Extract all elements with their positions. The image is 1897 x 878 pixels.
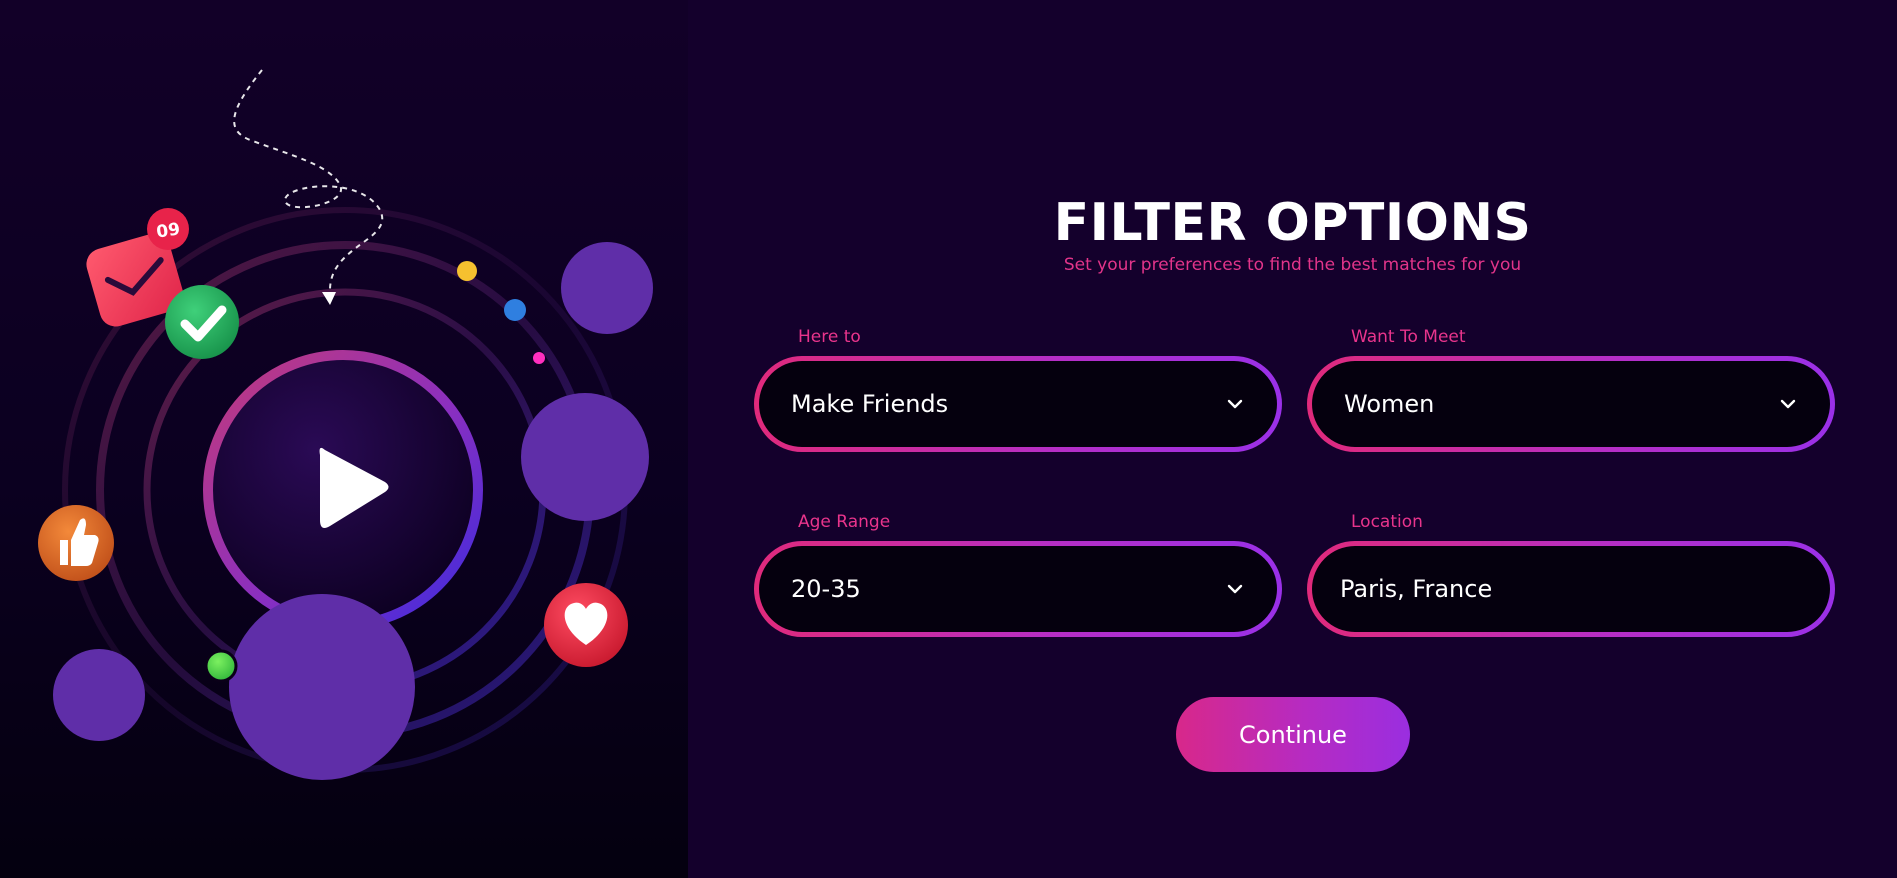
- want-to-meet-value: Women: [1344, 390, 1435, 418]
- check-icon: [165, 285, 239, 359]
- illustration-panel: 09: [0, 0, 688, 878]
- here-to-field: Here to Make Friends: [754, 326, 1282, 452]
- page-subtitle: Set your preferences to find the best ma…: [1063, 255, 1522, 275]
- chevron-down-icon: [1225, 579, 1245, 599]
- age-range-label: Age Range: [798, 512, 891, 532]
- want-to-meet-select[interactable]: Women: [1307, 356, 1835, 452]
- thumbs-up-icon: [38, 505, 114, 581]
- continue-button[interactable]: Continue: [1176, 697, 1410, 772]
- age-range-field: Age Range 20-35: [754, 511, 1282, 637]
- page-title: FILTER OPTIONS: [1053, 193, 1532, 253]
- filter-options-page: 09 FILTER OPTIONS Set your preferences t…: [0, 0, 1897, 878]
- age-range-select[interactable]: 20-35: [754, 541, 1282, 637]
- heart-icon: [544, 583, 628, 667]
- location-input[interactable]: [1340, 575, 1798, 603]
- here-to-select[interactable]: Make Friends: [754, 356, 1282, 452]
- location-input-box: [1307, 541, 1835, 637]
- age-range-value: 20-35: [791, 575, 861, 603]
- illustration-graphic: 09: [38, 69, 653, 780]
- chevron-down-icon: [1778, 394, 1798, 414]
- svg-text:09: 09: [155, 219, 181, 242]
- notification-badge: 09: [147, 208, 189, 250]
- filter-form-panel: FILTER OPTIONS Set your preferences to f…: [688, 0, 1897, 878]
- want-to-meet-field: Want To Meet Women: [1307, 326, 1835, 452]
- want-to-meet-label: Want To Meet: [1351, 327, 1466, 347]
- location-field: Location: [1307, 511, 1835, 637]
- chevron-down-icon: [1225, 394, 1245, 414]
- here-to-label: Here to: [798, 327, 861, 347]
- here-to-value: Make Friends: [791, 390, 949, 418]
- location-label: Location: [1351, 512, 1423, 532]
